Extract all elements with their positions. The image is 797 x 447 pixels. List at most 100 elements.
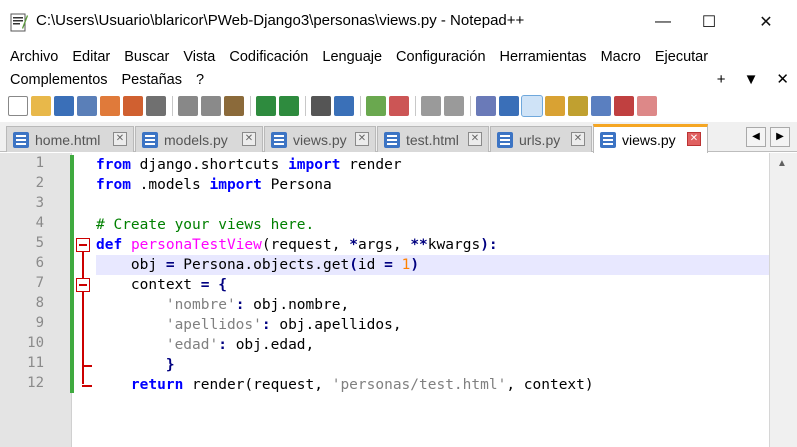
close-icon[interactable]	[100, 96, 120, 116]
new-file-icon[interactable]	[8, 96, 28, 116]
code-line: }	[96, 355, 769, 375]
close-all-icon[interactable]	[123, 96, 143, 116]
menu-codificacion[interactable]: Codificación	[229, 46, 308, 68]
line-number: 5	[35, 235, 44, 251]
vertical-scrollbar[interactable]: ▲	[769, 153, 797, 447]
word-wrap-icon[interactable]	[476, 96, 496, 116]
tab-models-py[interactable]: models.py ✕	[135, 126, 263, 152]
menu-configuracion[interactable]: Configuración	[396, 46, 485, 68]
code-line: 'edad': obj.edad,	[96, 335, 769, 355]
doc-map-icon[interactable]	[568, 96, 588, 116]
tab-close-icon[interactable]: ✕	[687, 132, 701, 146]
save-all-icon[interactable]	[77, 96, 97, 116]
close-button[interactable]: ✕	[743, 0, 789, 44]
print-icon[interactable]	[146, 96, 166, 116]
keyword: from	[96, 157, 131, 173]
find-icon[interactable]	[311, 96, 331, 116]
keyword: return	[130, 377, 184, 393]
menu-complementos[interactable]: Complementos	[10, 69, 108, 91]
comment: # Create your views here.	[96, 217, 315, 233]
show-all-chars-icon[interactable]	[499, 96, 519, 116]
tab-test-html[interactable]: test.html ✕	[377, 126, 489, 152]
operator: **	[410, 237, 428, 253]
tab-close-icon[interactable]: ✕	[355, 132, 369, 146]
tab-close-icon[interactable]: ✕	[242, 132, 256, 146]
code-line: def personaTestView(request, *args, **kw…	[96, 235, 769, 255]
line-number: 9	[35, 315, 44, 331]
menu-archivo[interactable]: Archivo	[10, 46, 58, 68]
tab-list-button[interactable]: ▼	[744, 69, 759, 91]
menu-lenguaje[interactable]: Lenguaje	[322, 46, 382, 68]
scroll-up-arrow-icon[interactable]: ▲	[777, 158, 787, 169]
udl-icon[interactable]	[545, 96, 565, 116]
line-number: 7	[35, 275, 44, 291]
operator: =	[384, 257, 393, 273]
code-text: id	[357, 257, 385, 273]
tab-label: models.py	[164, 131, 228, 148]
tab-views-py-active[interactable]: views.py ✕	[593, 124, 708, 153]
copy-icon[interactable]	[201, 96, 221, 116]
new-tab-button[interactable]: +	[717, 69, 726, 91]
menu-help[interactable]: ?	[196, 69, 204, 91]
tab-close-icon[interactable]: ✕	[113, 132, 127, 146]
toolbar-separator	[250, 96, 251, 116]
tab-home-html[interactable]: home.html ✕	[6, 126, 134, 152]
toolbar-separator	[360, 96, 361, 116]
line-number: 1	[35, 155, 44, 171]
redo-icon[interactable]	[279, 96, 299, 116]
menu-buscar[interactable]: Buscar	[124, 46, 169, 68]
menu-vista[interactable]: Vista	[183, 46, 215, 68]
cut-icon[interactable]	[178, 96, 198, 116]
tab-scroll-right-button[interactable]: ▶	[770, 127, 790, 147]
code-area[interactable]: from django.shortcuts import render from…	[96, 153, 769, 447]
tab-bar: home.html ✕ models.py ✕ views.py ✕ test.…	[0, 122, 797, 153]
minimize-button[interactable]: —	[640, 0, 686, 44]
code-text: render(request,	[183, 377, 332, 393]
function-list-icon[interactable]	[614, 96, 634, 116]
maximize-button[interactable]: ☐	[686, 0, 732, 44]
tab-views-py[interactable]: views.py ✕	[264, 126, 376, 152]
doc-list-icon[interactable]	[591, 96, 611, 116]
tab-close-icon[interactable]: ✕	[571, 132, 585, 146]
fold-toggle-icon[interactable]	[76, 278, 90, 292]
tab-close-icon[interactable]: ✕	[468, 132, 482, 146]
keyword: import	[209, 177, 262, 193]
save-icon[interactable]	[54, 96, 74, 116]
indent-guide-icon[interactable]	[521, 95, 543, 117]
fold-toggle-icon[interactable]	[76, 238, 90, 252]
tab-label: test.html	[406, 131, 459, 148]
tab-urls-py[interactable]: urls.py ✕	[490, 126, 592, 152]
code-text: args,	[357, 237, 411, 253]
zoom-in-icon[interactable]	[366, 96, 386, 116]
tab-scroll-left-button[interactable]: ◀	[746, 127, 766, 147]
menu-ejecutar[interactable]: Ejecutar	[655, 46, 708, 68]
line-number: 6	[35, 255, 44, 271]
sync-horizontal-icon[interactable]	[444, 96, 464, 116]
code-text: obj.edad,	[226, 337, 315, 353]
window-title: C:\Users\Usuario\blaricor\PWeb-Django3\p…	[36, 12, 525, 29]
menu-row-1: Archivo Editar Buscar Vista Codificación…	[10, 46, 722, 68]
line-number: 2	[35, 175, 44, 191]
sync-vertical-icon[interactable]	[421, 96, 441, 116]
operator: =	[165, 257, 175, 273]
menu-macro[interactable]: Macro	[601, 46, 641, 68]
folder-workspace-icon[interactable]	[637, 96, 657, 116]
notepadpp-icon	[10, 12, 28, 32]
replace-icon[interactable]	[334, 96, 354, 116]
undo-icon[interactable]	[256, 96, 276, 116]
paste-icon[interactable]	[224, 96, 244, 116]
open-file-icon[interactable]	[31, 96, 51, 116]
menu-pestanas[interactable]: Pestañas	[122, 69, 182, 91]
editor[interactable]: 1 2 3 4 5 6 7 8 9 10 11 12 from django.s…	[0, 153, 797, 447]
tab-label: views.py	[293, 131, 347, 148]
menu-herramientas[interactable]: Herramientas	[500, 46, 587, 68]
close-doc-button[interactable]: ✕	[776, 69, 789, 91]
line-number: 10	[27, 335, 44, 351]
zoom-out-icon[interactable]	[389, 96, 409, 116]
code-text: .models	[130, 177, 210, 193]
function-name: personaTestView	[130, 237, 262, 253]
menu-editar[interactable]: Editar	[72, 46, 110, 68]
operator: :	[218, 337, 227, 353]
